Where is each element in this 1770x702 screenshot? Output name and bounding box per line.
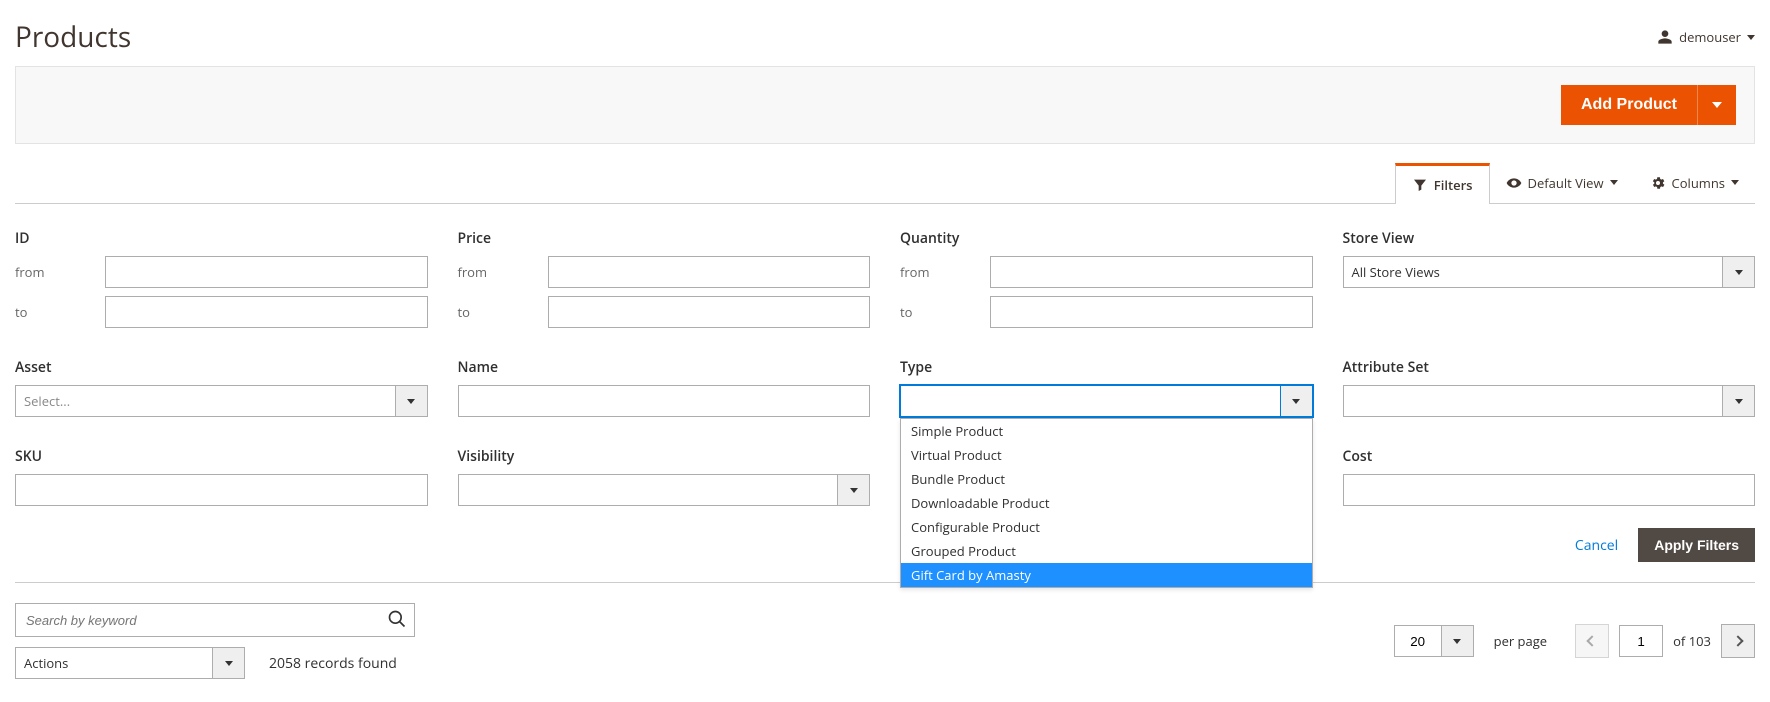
search-button[interactable] [387, 609, 409, 631]
name-label: Name [458, 358, 871, 377]
filters-toggle[interactable]: Filters [1395, 163, 1490, 204]
prev-page-button[interactable] [1575, 624, 1609, 658]
filters-label: Filters [1434, 176, 1473, 194]
columns-label: Columns [1672, 174, 1725, 192]
quantity-to-input[interactable] [990, 296, 1313, 328]
chevron-down-icon [1712, 102, 1722, 108]
name-input[interactable] [458, 385, 871, 417]
apply-filters-button[interactable]: Apply Filters [1638, 528, 1755, 562]
funnel-icon [1412, 177, 1428, 193]
type-option-simple[interactable]: Simple Product [901, 419, 1312, 443]
type-label: Type [900, 358, 1313, 377]
eye-icon [1506, 175, 1522, 191]
cost-input[interactable] [1343, 474, 1756, 506]
cancel-link[interactable]: Cancel [1575, 536, 1618, 555]
price-from-input[interactable] [548, 256, 871, 288]
price-from-label: from [458, 263, 538, 281]
default-view-toggle[interactable]: Default View [1490, 162, 1634, 203]
sku-label: SKU [15, 447, 428, 466]
chevron-down-icon [1610, 180, 1618, 185]
current-page-input[interactable] [1619, 625, 1663, 657]
visibility-label: Visibility [458, 447, 871, 466]
user-menu[interactable]: demouser [1657, 28, 1755, 46]
type-option-configurable[interactable]: Configurable Product [901, 515, 1312, 539]
store-view-select-toggle[interactable] [1723, 256, 1755, 288]
id-to-label: to [15, 303, 95, 321]
chevron-down-icon [1735, 270, 1743, 275]
bulk-actions-select[interactable]: Actions [15, 647, 213, 679]
attribute-set-label: Attribute Set [1343, 358, 1756, 377]
next-page-button[interactable] [1721, 624, 1755, 658]
asset-select[interactable]: Select... [15, 385, 396, 417]
chevron-down-icon [1292, 399, 1300, 404]
chevron-down-icon [225, 661, 233, 666]
page-size-input[interactable] [1394, 625, 1442, 657]
page-title: Products [15, 18, 131, 56]
add-product-dropdown-toggle[interactable] [1697, 85, 1736, 125]
page-of-text: of 103 [1673, 632, 1711, 650]
records-text: records found [305, 654, 397, 673]
asset-select-toggle[interactable] [396, 385, 428, 417]
quantity-from-input[interactable] [990, 256, 1313, 288]
type-option-virtual[interactable]: Virtual Product [901, 443, 1312, 467]
visibility-select-toggle[interactable] [838, 474, 870, 506]
cost-label: Cost [1343, 447, 1756, 466]
attribute-set-select[interactable] [1343, 385, 1724, 417]
records-found: 2058 records found [269, 654, 397, 673]
columns-toggle[interactable]: Columns [1634, 162, 1755, 203]
quantity-label: Quantity [900, 229, 1313, 248]
id-from-label: from [15, 263, 95, 281]
gear-icon [1650, 175, 1666, 191]
user-name: demouser [1679, 28, 1741, 46]
chevron-down-icon [1735, 399, 1743, 404]
type-option-giftcard[interactable]: Gift Card by Amasty [901, 563, 1312, 587]
sku-input[interactable] [15, 474, 428, 506]
type-dropdown: Simple Product Virtual Product Bundle Pr… [900, 418, 1313, 588]
quantity-from-label: from [900, 263, 980, 281]
add-product-button[interactable]: Add Product [1561, 85, 1697, 125]
chevron-down-icon [850, 488, 858, 493]
chevron-down-icon [1731, 180, 1739, 185]
bulk-actions-toggle[interactable] [213, 647, 245, 679]
id-from-input[interactable] [105, 256, 428, 288]
type-select[interactable] [900, 385, 1281, 417]
user-icon [1657, 29, 1673, 45]
price-to-input[interactable] [548, 296, 871, 328]
page-size-toggle[interactable] [1442, 625, 1474, 657]
asset-label: Asset [15, 358, 428, 377]
id-label: ID [15, 229, 428, 248]
records-count: 2058 [269, 654, 301, 673]
id-to-input[interactable] [105, 296, 428, 328]
chevron-right-icon [1732, 635, 1743, 646]
visibility-select[interactable] [458, 474, 839, 506]
price-to-label: to [458, 303, 538, 321]
attribute-set-select-toggle[interactable] [1723, 385, 1755, 417]
chevron-down-icon [1747, 35, 1755, 40]
search-icon [387, 609, 407, 629]
chevron-down-icon [407, 399, 415, 404]
quantity-to-label: to [900, 303, 980, 321]
per-page-label: per page [1494, 632, 1547, 650]
store-view-label: Store View [1343, 229, 1756, 248]
type-option-grouped[interactable]: Grouped Product [901, 539, 1312, 563]
type-select-toggle[interactable] [1281, 385, 1313, 417]
default-view-label: Default View [1528, 174, 1604, 192]
price-label: Price [458, 229, 871, 248]
type-option-downloadable[interactable]: Downloadable Product [901, 491, 1312, 515]
chevron-down-icon [1453, 639, 1461, 644]
type-option-bundle[interactable]: Bundle Product [901, 467, 1312, 491]
search-input[interactable] [15, 603, 415, 637]
chevron-left-icon [1586, 635, 1597, 646]
store-view-select[interactable]: All Store Views [1343, 256, 1724, 288]
